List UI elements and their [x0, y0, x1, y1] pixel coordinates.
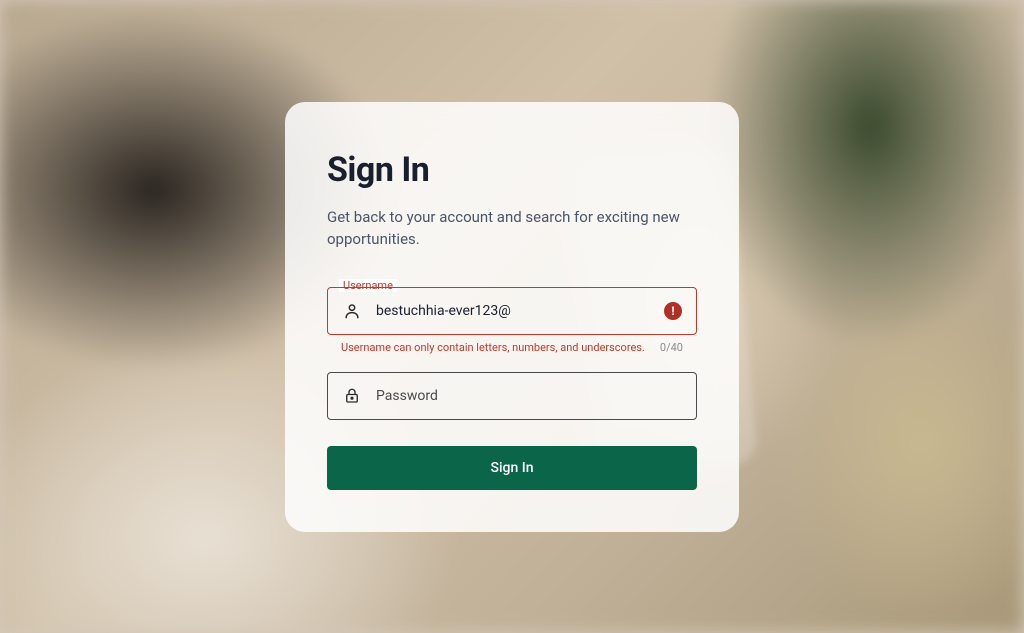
- password-field-wrapper: [327, 372, 697, 420]
- password-input[interactable]: [376, 388, 682, 404]
- signin-card: Sign In Get back to your account and sea…: [285, 102, 739, 532]
- password-field[interactable]: [327, 372, 697, 420]
- username-helper: Username can only contain letters, numbe…: [327, 341, 697, 354]
- page-subtitle: Get back to your account and search for …: [327, 206, 697, 251]
- username-field-wrapper: Username ! Username can only contain let…: [327, 287, 697, 354]
- username-char-count: 0/40: [660, 341, 683, 354]
- username-error-message: Username can only contain letters, numbe…: [341, 341, 645, 354]
- person-icon: [342, 301, 362, 321]
- lock-icon: [342, 386, 362, 406]
- page-title: Sign In: [327, 150, 697, 190]
- error-icon: !: [664, 302, 682, 320]
- username-input[interactable]: [376, 303, 664, 319]
- username-field[interactable]: !: [327, 287, 697, 335]
- signin-button[interactable]: Sign In: [327, 446, 697, 490]
